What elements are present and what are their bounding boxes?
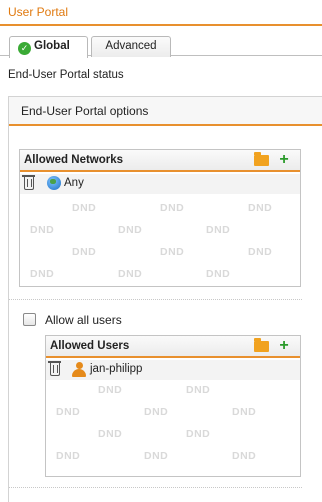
user-row-jan-philipp[interactable]: jan-philipp [46, 360, 300, 380]
dnd-watermark: DND [186, 384, 211, 396]
trash-icon[interactable] [48, 361, 61, 376]
window-title: User Portal [8, 5, 69, 19]
add-icon[interactable]: + [277, 152, 291, 168]
network-row-any[interactable]: Any [20, 174, 300, 194]
title-bar: User Portal [0, 0, 322, 26]
allowed-networks-header: Allowed Networks + [20, 150, 300, 172]
dnd-watermark: DND [160, 246, 185, 258]
separator [9, 299, 302, 300]
check-icon: ✓ [18, 42, 31, 55]
dnd-watermark: DND [206, 224, 231, 236]
trash-icon[interactable] [22, 175, 35, 190]
user-name: jan-philipp [90, 363, 143, 375]
tab-strip: ✓ Global Advanced [0, 28, 322, 58]
dnd-watermark: DND [232, 450, 257, 462]
tab-advanced-label: Advanced [105, 40, 157, 52]
separator [9, 487, 302, 488]
dnd-watermark: DND [248, 246, 273, 258]
dnd-watermark: DND [118, 268, 143, 280]
allowed-users-header: Allowed Users + [46, 336, 300, 358]
globe-icon [47, 176, 61, 190]
dnd-watermark: DND [56, 450, 81, 462]
dnd-watermark: DND [72, 202, 97, 214]
folder-icon[interactable] [254, 152, 269, 166]
network-name: Any [64, 177, 84, 189]
dnd-watermark: DND [144, 406, 169, 418]
dnd-watermark: DND [186, 428, 211, 440]
allowed-users-box[interactable]: Allowed Users + jan-philipp DND DND DND … [45, 335, 301, 477]
dnd-watermark: DND [98, 428, 123, 440]
tab-global-label: Global [34, 40, 70, 52]
allow-all-users-label[interactable]: Allow all users [45, 313, 122, 327]
portal-status-label: End-User Portal status [8, 69, 124, 81]
dnd-watermark: DND [98, 384, 123, 396]
dnd-watermark: DND [248, 202, 273, 214]
allowed-networks-label: Allowed Networks [24, 154, 124, 166]
dnd-watermark: DND [30, 268, 55, 280]
folder-icon[interactable] [254, 338, 269, 352]
tab-advanced[interactable]: Advanced [91, 36, 171, 57]
allowed-users-label: Allowed Users [50, 340, 130, 352]
user-icon [71, 362, 87, 378]
dnd-watermark: DND [232, 406, 257, 418]
portal-options-header: End-User Portal options [9, 97, 322, 126]
dnd-watermark: DND [56, 406, 81, 418]
tab-global[interactable]: ✓ Global [9, 36, 88, 58]
dnd-watermark: DND [206, 268, 231, 280]
allow-all-users-checkbox[interactable] [23, 313, 36, 326]
dnd-watermark: DND [160, 202, 185, 214]
dnd-watermark: DND [30, 224, 55, 236]
dnd-watermark: DND [72, 246, 97, 258]
dnd-watermark: DND [144, 450, 169, 462]
allowed-networks-box[interactable]: Allowed Networks + Any DND DND DND DND D… [19, 149, 301, 287]
portal-options-panel: End-User Portal options Allowed Networks… [8, 96, 322, 502]
portal-options-title: End-User Portal options [21, 104, 149, 118]
add-icon[interactable]: + [277, 338, 291, 354]
dnd-watermark: DND [118, 224, 143, 236]
